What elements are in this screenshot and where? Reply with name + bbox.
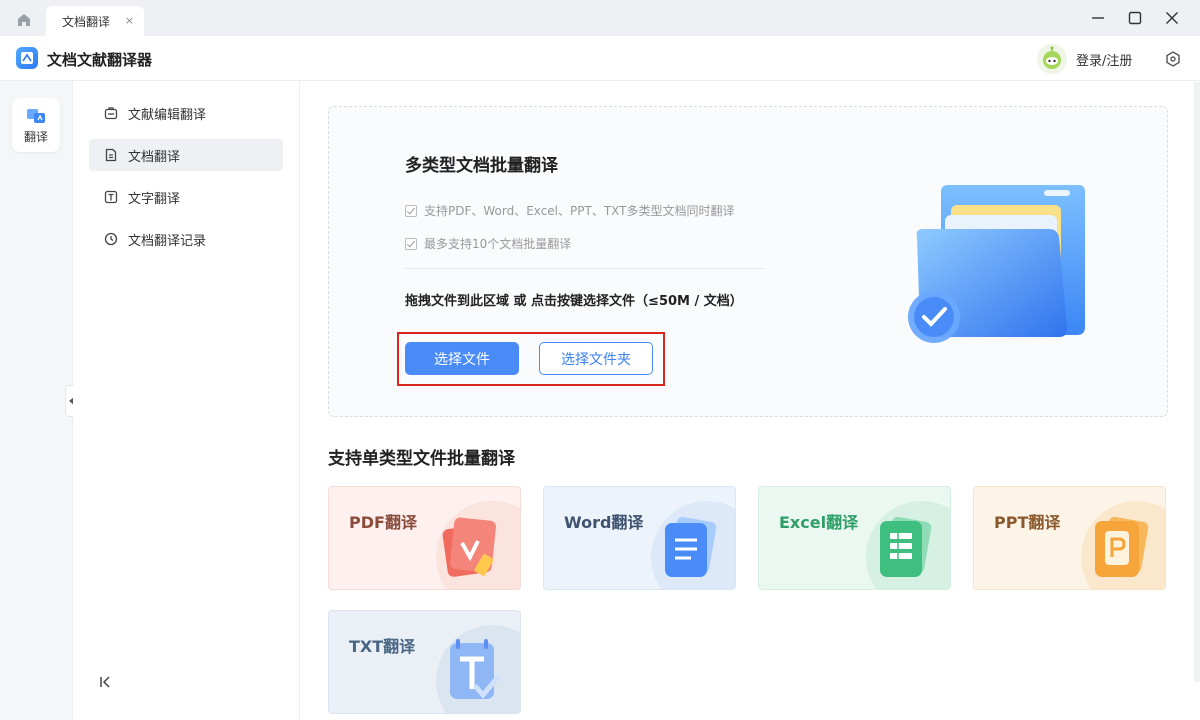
tab-label: 文档翻译 [62,14,111,29]
card-pdf-translate[interactable]: PDF翻译 [328,486,521,590]
word-file-icon [651,501,735,589]
app-title: 文档文献翻译器 [47,51,153,69]
tab-bar: 文档翻译 × [0,0,1200,36]
close-icon [1166,12,1178,24]
menu-item-text-translate[interactable]: 文字翻译 [89,181,283,213]
ppt-file-icon [1081,501,1165,589]
menu-item-translate-history[interactable]: 文档翻译记录 [89,223,283,255]
avatar[interactable] [1037,44,1067,74]
menu-item-document-translate[interactable]: 文档翻译 [89,139,283,171]
check-icon [405,237,417,250]
tab-close-icon[interactable]: × [125,14,134,27]
pdf-file-icon [436,501,520,589]
excel-file-icon [866,501,950,589]
settings-button[interactable] [1164,50,1182,68]
dropzone-title: 多类型文档批量翻译 [405,156,558,176]
briefcase-icon [104,106,118,120]
home-icon [18,14,30,26]
login-register-link[interactable]: 登录/注册 [1076,50,1132,69]
card-word-translate[interactable]: Word翻译 [543,486,736,590]
menu-item-label: 文档翻译 [128,149,181,165]
maximize-icon [1128,11,1142,25]
tab-document-translate[interactable]: 文档翻译 × [46,6,144,36]
document-icon [104,148,118,162]
collapse-menu-button[interactable] [97,673,115,691]
close-button[interactable] [1159,6,1185,30]
rail-item-label: 翻译 [23,130,48,144]
side-menu: 文献编辑翻译 文档翻译 文字翻译 文档翻译记录 [73,81,300,720]
card-excel-translate[interactable]: Excel翻译 [758,486,951,590]
folder-illustration-icon [908,185,1085,343]
select-folder-button[interactable]: 选择文件夹 [539,342,653,375]
txt-file-icon [436,625,520,713]
card-label: PDF翻译 [349,513,417,532]
feature-item: 最多支持10个文档批量翻译 [405,235,571,252]
home-tab[interactable] [8,6,40,34]
dropzone-hint: 拖拽文件到此区域 或 点击按键选择文件（≤50M / 文档） [405,294,743,309]
section-title: 支持单类型文件批量翻译 [328,449,515,469]
translate-icon [27,109,45,123]
menu-item-label: 文字翻译 [128,191,181,207]
text-icon [104,190,118,204]
collapse-left-icon [100,676,110,688]
app-logo-icon [16,47,38,69]
menu-item-literature-translate[interactable]: 文献编辑翻译 [89,97,283,129]
main-content: 多类型文档批量翻译 支持PDF、Word、Excel、PPT、TXT多类型文档同… [300,81,1200,720]
maximize-button[interactable] [1122,6,1148,30]
menu-item-label: 文献编辑翻译 [128,107,207,123]
select-file-button[interactable]: 选择文件 [405,342,519,375]
clock-icon [104,232,118,246]
settings-icon [1166,51,1180,67]
scrollbar[interactable] [1194,82,1200,682]
card-label: TXT翻译 [349,637,416,656]
feature-item: 支持PDF、Word、Excel、PPT、TXT多类型文档同时翻译 [405,202,734,219]
minimize-button[interactable] [1085,6,1111,30]
app-header: 文档文献翻译器 登录/注册 [0,36,1200,81]
divider [405,268,765,269]
card-ppt-translate[interactable]: PPT翻译 [973,486,1166,590]
rail-item-translate[interactable]: 翻译 [12,98,60,152]
menu-item-label: 文档翻译记录 [128,233,207,249]
card-label: PPT翻译 [994,513,1061,532]
left-rail: 翻译 [0,81,73,720]
minimize-icon [1092,17,1104,19]
card-txt-translate[interactable]: TXT翻译 [328,610,521,714]
check-icon [405,204,417,217]
file-dropzone[interactable]: 多类型文档批量翻译 支持PDF、Word、Excel、PPT、TXT多类型文档同… [328,106,1168,417]
robot-avatar-icon [1043,46,1061,69]
